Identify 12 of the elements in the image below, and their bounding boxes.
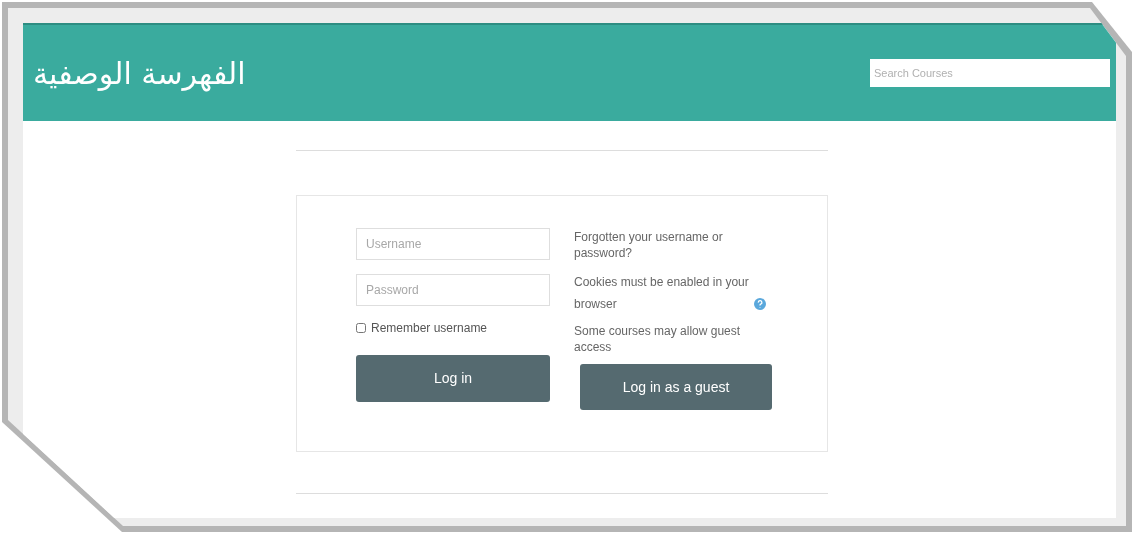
guest-login-button[interactable]: Log in as a guest [580, 364, 772, 410]
site-title: الفهرسة الوصفية [33, 54, 246, 94]
help-icon[interactable] [754, 298, 766, 310]
login-button[interactable]: Log in [356, 355, 550, 402]
password-field[interactable]: Password [356, 274, 550, 306]
username-field[interactable]: Username [356, 228, 550, 260]
guest-note: Some courses may allow guest access [574, 323, 742, 355]
remember-label: Remember username [371, 320, 488, 337]
forgotten-link[interactable]: Forgotten your username or password? [574, 229, 774, 261]
cookies-notice: Cookies must be enabled in your browser [574, 274, 750, 313]
search-field[interactable]: Search Courses [870, 59, 1110, 87]
remember-checkbox[interactable] [356, 323, 366, 333]
